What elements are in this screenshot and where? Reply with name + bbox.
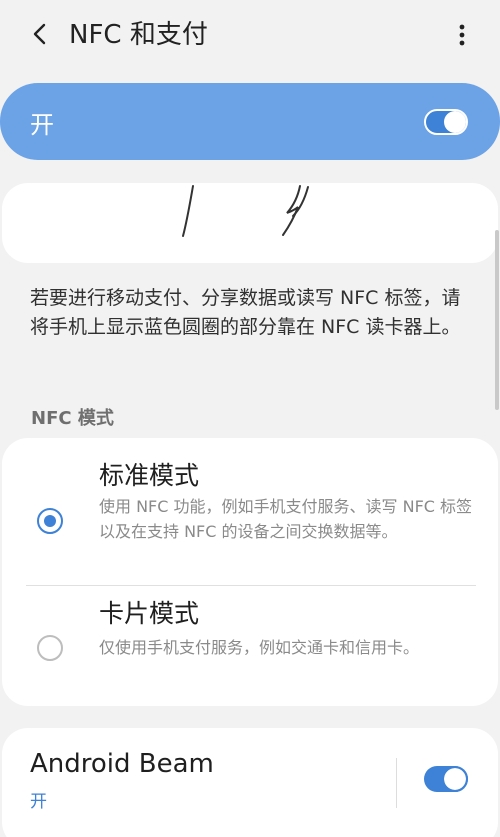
master-toggle[interactable] — [424, 109, 468, 135]
mode-option-title: 标准模式 — [99, 461, 200, 490]
nfc-mode-section-title: NFC 模式 — [31, 408, 114, 429]
radio-unselected[interactable] — [37, 635, 63, 661]
mode-option-subtitle: 使用 NFC 功能，例如手机支付服务、读写 NFC 标签以及在支持 NFC 的设… — [99, 497, 473, 541]
mode-option-card[interactable]: 卡片模式 仅使用手机支付服务，例如交通卡和信用卡。 — [2, 590, 498, 700]
android-beam-toggle[interactable] — [424, 766, 468, 792]
mode-divider — [26, 585, 476, 586]
mode-option-title: 卡片模式 — [99, 599, 200, 628]
nfc-description: 若要进行移动支付、分享数据或读写 NFC 标签，请将手机上显示蓝色圆圈的部分靠在… — [30, 287, 461, 338]
android-beam-title: Android Beam — [30, 749, 214, 779]
radio-selected[interactable] — [37, 508, 63, 534]
nfc-phone-illustration — [182, 185, 309, 237]
page-title: NFC 和支付 — [69, 20, 208, 50]
app-header: NFC 和支付 — [0, 0, 500, 72]
scroll-indicator[interactable] — [495, 230, 499, 410]
nfc-mode-card: 标准模式 使用 NFC 功能，例如手机支付服务、读写 NFC 标签以及在支持 N… — [2, 438, 498, 706]
more-vert-icon[interactable] — [448, 20, 476, 50]
beam-divider — [396, 758, 397, 808]
back-arrow-icon[interactable] — [26, 20, 54, 48]
mode-option-subtitle: 仅使用手机支付服务，例如交通卡和信用卡。 — [99, 638, 420, 657]
toggle-knob — [444, 111, 466, 133]
nfc-illustration-card — [2, 183, 498, 263]
android-beam-status: 开 — [30, 792, 47, 812]
master-switch-label: 开 — [30, 111, 54, 139]
toggle-knob — [444, 768, 466, 790]
mode-option-standard[interactable]: 标准模式 使用 NFC 功能，例如手机支付服务、读写 NFC 标签以及在支持 N… — [2, 448, 498, 588]
